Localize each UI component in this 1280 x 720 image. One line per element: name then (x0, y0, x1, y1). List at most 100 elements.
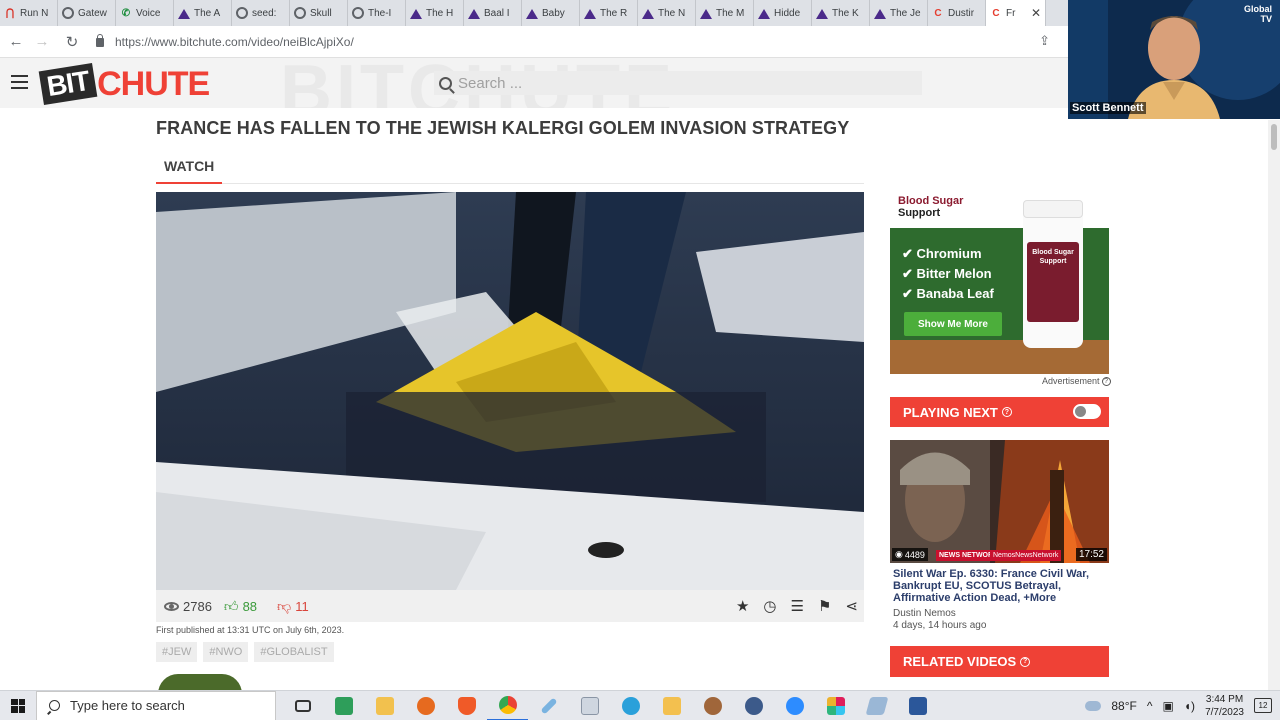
video-tabs: WATCH (156, 156, 864, 184)
taskbar-search[interactable]: Type here to search (36, 690, 276, 720)
browser-tab[interactable]: The-I (348, 0, 406, 26)
tab-favicon-icon (700, 7, 712, 19)
tab-close-icon[interactable]: ✕ (1031, 6, 1041, 20)
related-videos-header: RELATED VIDEOS ? (890, 646, 1109, 677)
browser-tab[interactable]: Gatew (58, 0, 116, 26)
notification-center-icon[interactable]: 12 (1254, 698, 1272, 713)
thumbnail-banner-channel: NemosNewsNetwork (990, 550, 1062, 561)
info-icon[interactable]: ? (1020, 656, 1031, 667)
presenter-name: Scott Bennett (1070, 102, 1146, 114)
channel-logo-line2: TV (1260, 14, 1272, 24)
ad-show-more-button[interactable]: Show Me More (904, 312, 1002, 336)
search-icon (49, 700, 60, 711)
tab-label: seed: (252, 7, 277, 19)
browser-tab[interactable]: The H (406, 0, 464, 26)
view-count: 2786 (164, 599, 212, 614)
browser-tab[interactable]: ✆ Voice (116, 0, 174, 26)
info-icon[interactable]: ? (1101, 376, 1111, 386)
app-tilted-icon[interactable] (856, 691, 897, 720)
slack-icon[interactable] (815, 691, 856, 720)
system-clock[interactable]: 3:44 PM 7/7/2023 (1205, 693, 1244, 719)
network-icon[interactable]: ▣ (1162, 699, 1173, 713)
autoplay-toggle[interactable] (1073, 404, 1101, 419)
address-bar[interactable]: https://www.bitchute.com/video/neiBlcAjp… (96, 31, 1056, 53)
firefox-icon[interactable] (405, 691, 446, 720)
tray-chevron-up-icon[interactable]: ^ (1147, 699, 1153, 713)
advertisement-banner[interactable]: Blood Sugar Support ✔ Chromium ✔ Bitter … (890, 192, 1109, 374)
tab-label: The K (832, 7, 859, 19)
watch-later-clock-icon[interactable]: ◷ (763, 597, 776, 615)
next-video-thumbnail[interactable]: ◉ 4489 NEWS NETWORK NemosNewsNetwork 17:… (890, 440, 1109, 563)
hashtag[interactable]: #NWO (203, 642, 249, 662)
tab-favicon-icon (236, 7, 248, 19)
tab-label: Hidde (774, 7, 801, 19)
logo-bit-text: BIT (38, 62, 98, 106)
tab-label: Baal I (484, 7, 510, 19)
browser-tab[interactable]: Baal I (464, 0, 522, 26)
app-brown-icon[interactable] (692, 691, 733, 720)
logo-chute-text: CHUTE (97, 64, 210, 103)
scrollbar-thumb[interactable] (1271, 124, 1277, 150)
document-app-icon[interactable] (897, 691, 938, 720)
forward-button[interactable]: → (29, 33, 55, 50)
window-app-icon[interactable] (569, 691, 610, 720)
start-button[interactable] (0, 691, 36, 720)
page-scrollbar[interactable] (1268, 120, 1280, 690)
next-video-title[interactable]: Silent War Ep. 6330: France Civil War, B… (893, 568, 1108, 604)
published-date: First published at 13:31 UTC on July 6th… (156, 625, 345, 635)
browser-tab[interactable]: seed: (232, 0, 290, 26)
volume-icon[interactable]: ◖) (1184, 699, 1195, 713)
telegram-icon[interactable] (610, 691, 651, 720)
reload-button[interactable]: ↻ (59, 33, 85, 51)
browser-tab-strip: ⋂ Run N Gatew ✆ Voice The A seed: Skull The-I The… (0, 0, 1068, 26)
browser-tab[interactable]: The N (638, 0, 696, 26)
browser-tab[interactable]: Hidde (754, 0, 812, 26)
task-view-icon[interactable] (282, 691, 323, 720)
pen-app-icon[interactable] (528, 691, 569, 720)
browser-tab[interactable]: The A (174, 0, 232, 26)
next-video-channel[interactable]: Dustin Nemos (893, 608, 956, 619)
ad-ingredient-list: ✔ Chromium ✔ Bitter Melon ✔ Banaba Leaf (902, 244, 994, 304)
flag-icon[interactable]: ⚑ (818, 597, 831, 615)
brave-icon[interactable] (446, 691, 487, 720)
media-app-icon[interactable] (651, 691, 692, 720)
bitchute-logo[interactable]: BIT CHUTE (38, 62, 210, 106)
browser-tab[interactable]: The K (812, 0, 870, 26)
search-icon[interactable] (439, 76, 452, 90)
browser-tab[interactable]: ⋂ Run N (0, 0, 58, 26)
file-explorer-icon[interactable] (364, 691, 405, 720)
hashtag[interactable]: #GLOBALIST (254, 642, 334, 662)
like-button[interactable]: 👍︎ 88 (224, 598, 257, 615)
ad-title-line1: Blood Sugar (898, 195, 964, 207)
view-count-value: 2786 (183, 598, 212, 614)
browser-tab[interactable]: C Dustir (928, 0, 986, 26)
share-page-icon[interactable]: ⇪ (1039, 33, 1050, 49)
tab-watch[interactable]: WATCH (156, 156, 223, 184)
back-button[interactable]: ← (3, 33, 29, 50)
favorite-star-icon[interactable]: ★ (736, 597, 749, 615)
zoom-icon[interactable] (774, 691, 815, 720)
search-input[interactable] (458, 74, 858, 92)
chrome-icon[interactable] (487, 691, 528, 720)
playlist-icon[interactable]: ☰ (791, 597, 804, 615)
app-green-icon[interactable] (323, 691, 364, 720)
weather-cloud-icon[interactable] (1085, 700, 1102, 711)
browser-tab[interactable]: The Je (870, 0, 928, 26)
info-icon[interactable]: ? (1001, 407, 1012, 417)
browser-tab-active[interactable]: C Fr ✕ (986, 0, 1046, 26)
browser-tab[interactable]: Baby (522, 0, 580, 26)
browser-tab[interactable]: Skull (290, 0, 348, 26)
browser-tab[interactable]: The R (580, 0, 638, 26)
site-search[interactable] (434, 71, 922, 95)
app-globe-icon[interactable] (733, 691, 774, 720)
temperature[interactable]: 88°F (1111, 699, 1136, 713)
tab-favicon-icon (62, 7, 74, 19)
browser-tab[interactable]: The M (696, 0, 754, 26)
hashtag[interactable]: #JEW (156, 642, 198, 662)
menu-hamburger-icon[interactable] (11, 75, 28, 89)
share-icon[interactable]: ⋖ (845, 597, 858, 615)
tab-favicon-icon (526, 7, 538, 19)
dislike-button[interactable]: 👎︎ 11 (277, 598, 309, 615)
video-player[interactable] (156, 192, 864, 590)
tab-favicon-icon (874, 7, 886, 19)
